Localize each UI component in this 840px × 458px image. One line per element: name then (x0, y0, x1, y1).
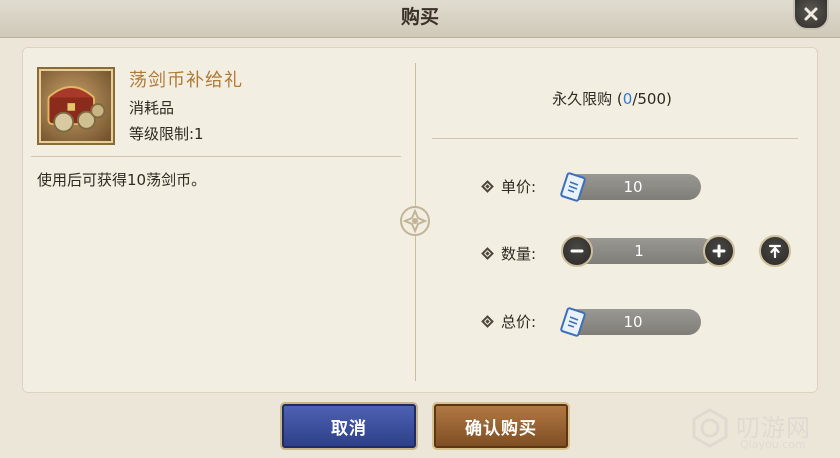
right-divider (432, 138, 798, 139)
increase-quantity-button[interactable] (703, 235, 735, 267)
plus-icon (712, 244, 726, 258)
dialog-title: 购买 (400, 6, 439, 28)
purchase-panel: 荡剑币补给礼 消耗品 等级限制:1 使用后可获得10荡剑币。 永久限购 (0/5… (22, 47, 818, 393)
watermark-logo-icon (692, 408, 728, 448)
limit-label: 永久限购 ( (552, 90, 623, 108)
unit-price-label: 单价: (501, 178, 537, 196)
item-level-limit: 等级限制:1 (129, 125, 204, 143)
diamond-bullet-icon (481, 315, 494, 328)
left-divider (31, 156, 401, 157)
item-description: 使用后可获得10荡剑币。 (37, 171, 207, 189)
limit-used: 0 (622, 90, 633, 108)
close-icon (804, 7, 818, 21)
confirm-purchase-button[interactable]: 确认购买 (432, 402, 570, 450)
diamond-bullet-icon (481, 180, 494, 193)
item-info-section: 荡剑币补给礼 消耗品 等级限制:1 使用后可获得10荡剑币。 (23, 48, 415, 394)
max-icon (768, 244, 782, 259)
unit-price-row: 单价: (481, 176, 537, 197)
item-type: 消耗品 (129, 99, 175, 117)
minus-icon (570, 249, 584, 253)
ticket-icon (560, 307, 586, 337)
decrease-quantity-button[interactable] (561, 235, 593, 267)
watermark-domain: Qiayou.com (740, 438, 806, 451)
cancel-button[interactable]: 取消 (280, 402, 418, 450)
ticket-icon (560, 172, 586, 202)
watermark: 叨游网 Qiayou.com (688, 404, 838, 456)
max-quantity-button[interactable] (759, 235, 791, 267)
close-button[interactable] (793, 0, 829, 30)
diamond-bullet-icon (481, 247, 494, 260)
limit-total: /500) (632, 90, 672, 108)
item-chest-icon (37, 67, 115, 145)
purchase-limit: 永久限购 (0/500) (427, 88, 797, 109)
quantity-row: 数量: (481, 243, 537, 264)
total-price-label: 总价: (501, 313, 537, 331)
total-price-row: 总价: (481, 311, 537, 332)
item-name: 荡剑币补给礼 (129, 70, 243, 91)
purchase-section: 永久限购 (0/500) 单价: 10 数量: 1 总价: 10 (427, 48, 819, 394)
quantity-label: 数量: (501, 245, 537, 263)
